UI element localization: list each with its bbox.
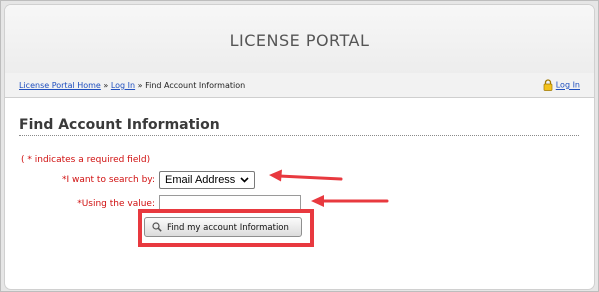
annotation-arrow bbox=[269, 169, 343, 182]
login-link[interactable]: Log In bbox=[556, 81, 580, 90]
breadcrumb-home-link[interactable]: License Portal Home bbox=[19, 81, 101, 90]
page-title: Find Account Information bbox=[19, 117, 579, 136]
required-field-note: ( * indicates a required field) bbox=[21, 155, 151, 165]
main-content: Find Account Information ( * indicates a… bbox=[19, 117, 579, 247]
breadcrumb-separator: » bbox=[135, 81, 146, 90]
search-by-selected-value: Email Address bbox=[165, 174, 236, 186]
screenshot-frame: LICENSE PORTAL License Portal Home » Log… bbox=[0, 0, 599, 292]
login-link-container[interactable]: Log In bbox=[543, 79, 580, 91]
find-account-button-label: Find my account Information bbox=[167, 223, 289, 233]
breadcrumb: License Portal Home » Log In » Find Acco… bbox=[19, 81, 245, 90]
search-by-label: *I want to search by: bbox=[61, 175, 155, 185]
find-account-button[interactable]: Find my account Information bbox=[144, 217, 302, 237]
chevron-down-icon bbox=[240, 177, 249, 183]
breadcrumb-bar: License Portal Home » Log In » Find Acco… bbox=[5, 73, 594, 98]
search-by-select[interactable]: Email Address bbox=[159, 171, 255, 189]
portal-window: LICENSE PORTAL License Portal Home » Log… bbox=[5, 5, 594, 289]
page-header: LICENSE PORTAL bbox=[5, 5, 594, 74]
lock-icon bbox=[543, 79, 553, 91]
annotation-arrow bbox=[311, 195, 389, 207]
breadcrumb-login-link[interactable]: Log In bbox=[111, 81, 135, 90]
value-label: *Using the value: bbox=[77, 199, 155, 209]
breadcrumb-separator: » bbox=[100, 81, 111, 90]
site-title: LICENSE PORTAL bbox=[229, 31, 370, 50]
search-icon bbox=[152, 222, 162, 232]
breadcrumb-current: Find Account Information bbox=[145, 81, 246, 90]
